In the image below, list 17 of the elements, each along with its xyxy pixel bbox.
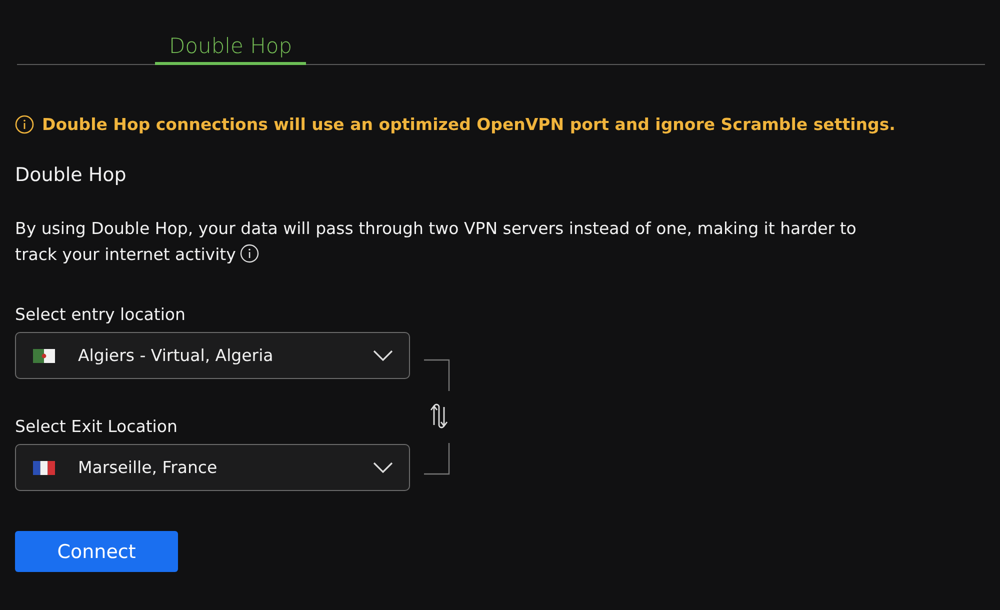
section-heading: Double Hop [15, 164, 128, 186]
description-line: track your internet activity [15, 245, 236, 264]
warning-text: Double Hop connections will use an optimized OpenVPN port and ignore Scramble settings. [42, 115, 896, 134]
location-dropdown[interactable]: Marseille, France [15, 444, 410, 491]
flag-icon [33, 348, 55, 362]
field-label: Select Exit Location [15, 417, 178, 436]
chevron-icon [373, 350, 393, 361]
location-dropdown[interactable]: Algiers - Virtual, Algeria [15, 332, 410, 379]
swap-icon[interactable] [430, 404, 448, 428]
chevron-icon [373, 462, 393, 473]
connect-button[interactable]: Connect [15, 531, 178, 572]
info-icon [15, 115, 34, 134]
description-line: By using Double Hop, your data will pass through two VPN servers instead of one, making it harder to [15, 219, 856, 238]
info-icon[interactable] [240, 244, 259, 263]
field-label: Select entry location [15, 305, 186, 324]
flag-icon [33, 460, 55, 474]
tab[interactable]: Double Hop [155, 34, 306, 65]
